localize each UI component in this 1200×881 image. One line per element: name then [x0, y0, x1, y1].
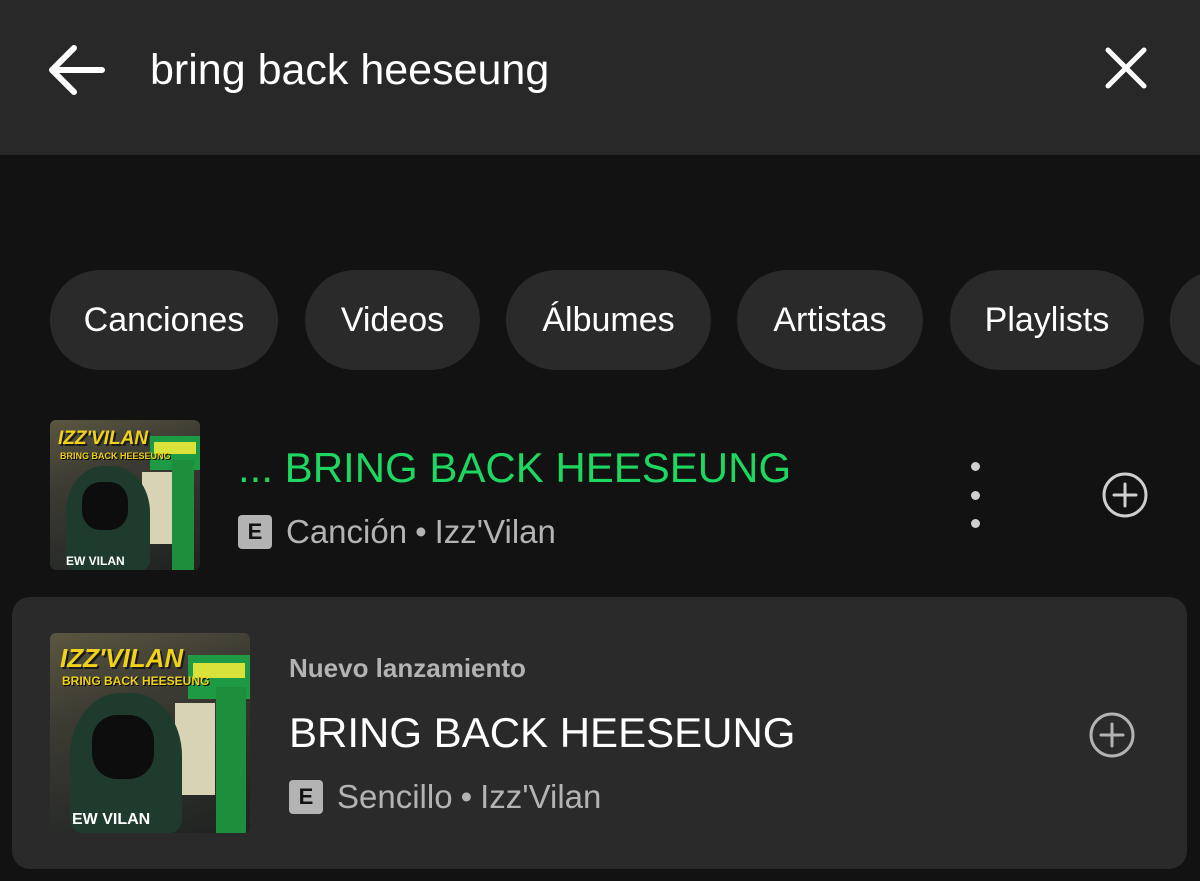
release-artist: Izz'Vilan: [480, 778, 602, 815]
arrow-left-icon: [49, 45, 105, 95]
release-label: Nuevo lanzamiento: [289, 653, 526, 683]
artwork-subtitle-text: BRING BACK HEESEUNG: [60, 451, 171, 461]
explicit-badge: E: [289, 780, 323, 814]
back-button[interactable]: [40, 34, 112, 106]
kebab-dot-icon: [970, 462, 980, 471]
close-icon: [1105, 47, 1147, 89]
release-title: BRING BACK HEESEUNG: [289, 709, 796, 756]
artwork-logo-text: IZZ'VILAN: [58, 428, 149, 449]
release-meta: E Sencillo • Izz'Vilan: [289, 776, 601, 818]
filter-chip-videos[interactable]: Videos: [305, 270, 480, 370]
artwork-subtitle-text: BRING BACK HEESEUNG: [62, 674, 210, 688]
add-to-library-button[interactable]: [1100, 470, 1150, 520]
clear-search-button[interactable]: [1092, 34, 1160, 102]
artwork-logo-text: IZZ'VILAN: [60, 643, 184, 673]
add-release-button[interactable]: [1087, 710, 1137, 760]
album-art: IZZ'VILAN BRING BACK HEESEUNG EW VILAN: [50, 633, 250, 833]
song-artist: Izz'Vilan: [434, 513, 556, 550]
album-art: IZZ'VILAN BRING BACK HEESEUNG EW VILAN: [50, 420, 200, 570]
explicit-badge: E: [238, 515, 272, 549]
meta-separator: •: [415, 513, 427, 550]
more-options-button[interactable]: [952, 462, 998, 528]
filter-chip-artistas[interactable]: Artistas: [737, 270, 923, 370]
artwork-shirt-text: EW VILAN: [66, 554, 125, 568]
filter-chip-playlists[interactable]: Playlists: [950, 270, 1144, 370]
filter-chip-albumes[interactable]: Álbumes: [506, 270, 711, 370]
meta-separator: •: [460, 778, 473, 815]
filter-chips: Canciones Videos Álbumes Artistas Playli…: [0, 270, 1200, 370]
kebab-dot-icon: [970, 490, 980, 500]
filter-chip-more[interactable]: [1170, 270, 1200, 370]
search-input[interactable]: bring back heeseung: [150, 42, 549, 98]
kebab-dot-icon: [970, 519, 980, 528]
search-bar: bring back heeseung: [0, 0, 1200, 155]
song-meta: E Canción • Izz'Vilan: [238, 512, 556, 552]
song-type: Canción: [286, 513, 408, 550]
release-type: Sencillo: [337, 778, 453, 815]
artwork-shirt-text: EW VILAN: [72, 811, 151, 828]
filter-chip-canciones[interactable]: Canciones: [50, 270, 278, 370]
song-title: ... BRING BACK HEESEUNG: [238, 444, 792, 491]
